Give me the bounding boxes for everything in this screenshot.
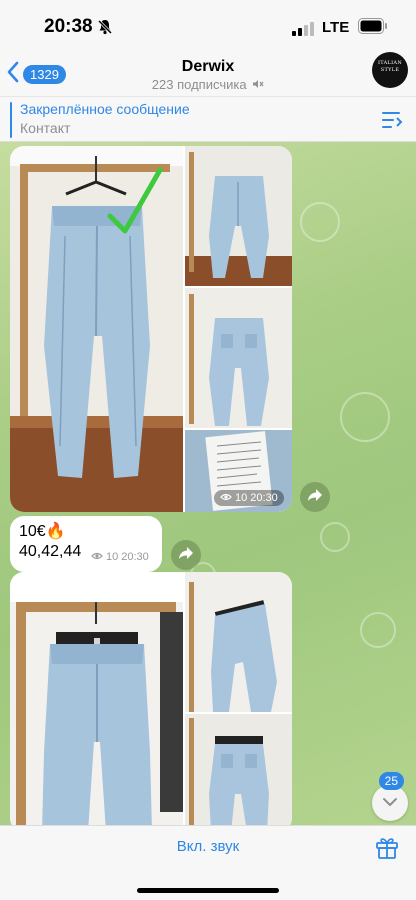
pinned-indicator	[10, 102, 12, 138]
chat-area[interactable]: 10 20:30 10€🔥 40,42,44 10 20:30 25	[0, 142, 416, 825]
unread-count-badge[interactable]: 25	[378, 772, 404, 790]
album-photo[interactable]	[185, 146, 292, 286]
chat-subtitle: 223 подписчика	[151, 77, 247, 92]
status-bar: 20:38 LTE	[0, 0, 416, 56]
gift-icon[interactable]	[374, 834, 400, 865]
message-time: 20:30	[121, 551, 149, 563]
album-photo[interactable]	[185, 714, 292, 825]
bell-slash-icon	[97, 19, 113, 40]
message-text-price: 10€🔥	[19, 523, 66, 540]
album-photo-main[interactable]	[10, 146, 183, 512]
eye-icon	[220, 492, 232, 504]
home-indicator	[137, 888, 279, 893]
album-photo[interactable]	[185, 288, 292, 428]
battery-icon	[358, 18, 388, 39]
chat-title-row[interactable]: Derwix	[0, 58, 416, 76]
pinned-title: Закреплённое сообщение	[20, 101, 190, 117]
avatar-logo-text: ITALIAN STYLE	[377, 60, 403, 73]
eye-icon	[91, 551, 103, 563]
bottom-bar: Вкл. звук	[0, 825, 416, 900]
chevron-down-icon[interactable]	[382, 794, 398, 812]
pinned-list-icon[interactable]	[380, 109, 404, 136]
message-meta: 10 20:30	[91, 551, 149, 563]
album-photo[interactable]	[185, 572, 292, 712]
photo-album[interactable]: 10 20:30	[10, 146, 292, 512]
album-meta: 10 20:30	[214, 490, 284, 506]
album-time: 20:30	[250, 492, 278, 504]
message-views: 10	[106, 551, 119, 563]
share-button[interactable]	[300, 482, 330, 512]
pinned-message-bar[interactable]: Закреплённое сообщение Контакт	[0, 96, 416, 142]
signal-icon	[292, 22, 316, 41]
pinned-text: Контакт	[20, 120, 71, 136]
chat-title[interactable]: Derwix	[182, 58, 234, 75]
scroll-down-button[interactable]	[372, 785, 408, 821]
status-time: 20:38	[44, 16, 93, 37]
album-photo-main[interactable]	[10, 572, 183, 825]
chat-header: 1329 Derwix 223 подписчика ITALIAN STYLE	[0, 52, 416, 96]
channel-avatar[interactable]: ITALIAN STYLE	[372, 52, 408, 88]
mute-icon	[252, 77, 264, 92]
background-doodle	[320, 522, 350, 552]
background-doodle	[340, 392, 390, 442]
background-doodle	[360, 612, 396, 648]
share-arrow-icon[interactable]	[178, 546, 194, 565]
network-label: LTE	[322, 19, 350, 36]
unmute-button[interactable]: Вкл. звук	[0, 838, 416, 855]
share-button[interactable]	[171, 540, 201, 570]
message-bubble[interactable]: 10€🔥 40,42,44 10 20:30	[10, 516, 162, 572]
chat-subtitle-row: 223 подписчика	[0, 77, 416, 92]
album-views: 10	[235, 492, 248, 504]
message-text-sizes: 40,42,44	[19, 543, 82, 560]
photo-album[interactable]	[10, 572, 292, 825]
background-doodle	[300, 202, 340, 242]
share-arrow-icon[interactable]	[307, 488, 323, 507]
